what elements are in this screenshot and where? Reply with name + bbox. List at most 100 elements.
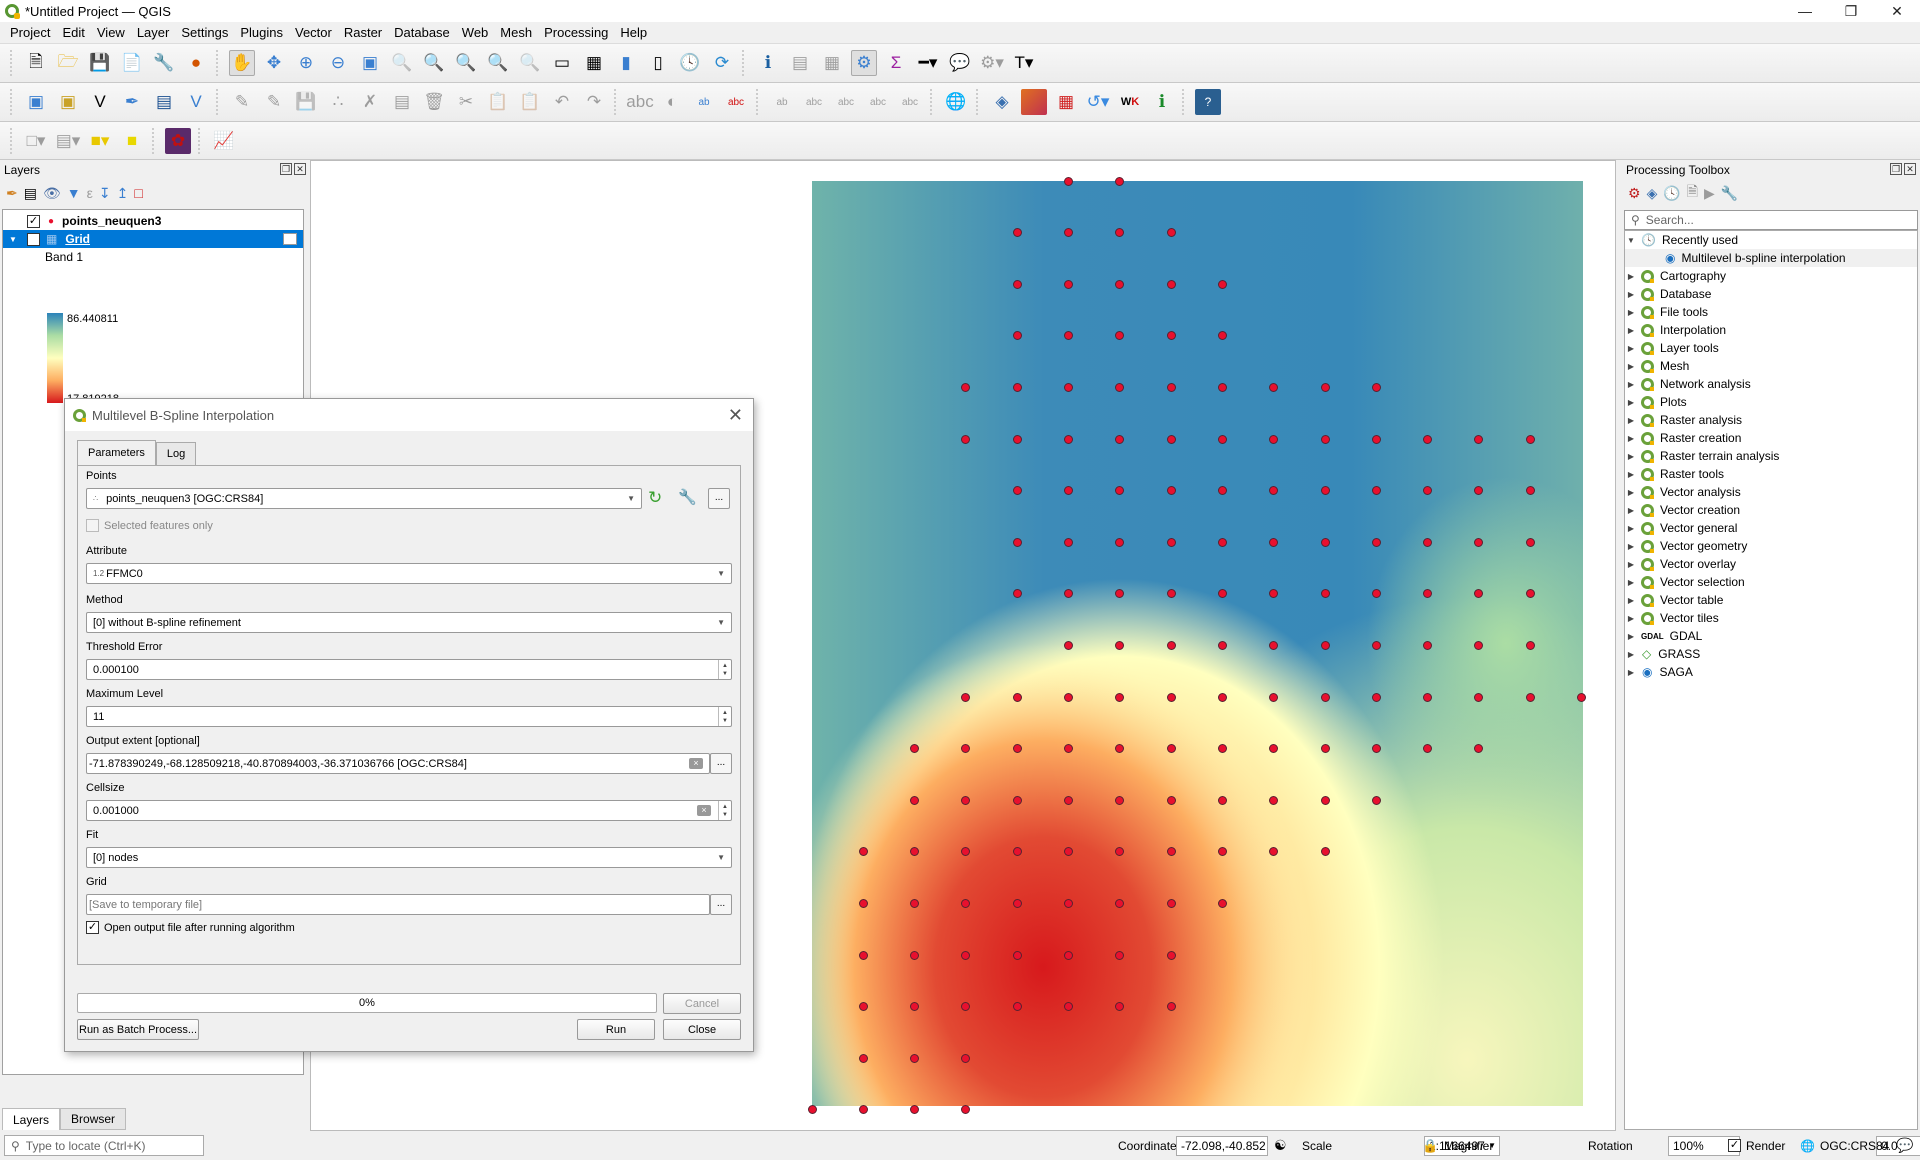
identify-icon[interactable]: ℹ bbox=[755, 50, 781, 76]
undo-icon[interactable]: ↶ bbox=[549, 89, 575, 115]
menu-view[interactable]: View bbox=[91, 25, 131, 40]
filter-legend-icon[interactable]: ▼ bbox=[67, 185, 81, 201]
spinner-arrows-icon[interactable]: ▲▼ bbox=[718, 801, 731, 820]
expand-arrow-icon[interactable]: ▶ bbox=[1625, 506, 1637, 515]
deselect-icon[interactable]: ▤▾ bbox=[55, 128, 81, 154]
expand-arrow-icon[interactable]: ▶ bbox=[1625, 308, 1637, 317]
tree-item-vector-creation[interactable]: ▶ Vector creation bbox=[1625, 501, 1917, 519]
restore-button[interactable]: ❐ bbox=[1828, 0, 1874, 22]
zoom-to-layer-icon[interactable]: 🔍 bbox=[421, 50, 447, 76]
cancel-button[interactable]: Cancel bbox=[663, 993, 741, 1014]
expand-arrow-icon[interactable]: ▶ bbox=[1625, 344, 1637, 353]
menu-web[interactable]: Web bbox=[456, 25, 495, 40]
copy-icon[interactable]: 📋 bbox=[485, 89, 511, 115]
paste-icon[interactable]: 📋 bbox=[517, 89, 543, 115]
tab-parameters[interactable]: Parameters bbox=[77, 440, 156, 465]
messages-icon[interactable]: 💬 bbox=[1896, 1137, 1913, 1154]
expand-arrow-icon[interactable]: ▶ bbox=[1625, 452, 1637, 461]
save-edits-icon[interactable]: 💾 bbox=[293, 89, 319, 115]
clear-icon[interactable]: × bbox=[697, 805, 711, 816]
scripts-icon[interactable]: ◈ bbox=[1647, 185, 1658, 202]
extent-input[interactable]: -71.878390249,-68.128509218,-40.87089400… bbox=[86, 753, 710, 774]
models-icon[interactable]: ⚙ bbox=[1628, 185, 1641, 202]
layer-item-points[interactable]: ✓ ● points_neuquen3 bbox=[3, 212, 303, 230]
tree-item-recently-used[interactable]: ▼ 🕓 Recently used bbox=[1625, 231, 1917, 249]
tree-item-database[interactable]: ▶ Database bbox=[1625, 285, 1917, 303]
expand-arrow-icon[interactable]: ▶ bbox=[1625, 362, 1637, 371]
lock-scale-icon[interactable]: 🔒 bbox=[1422, 1138, 1438, 1154]
python-console-icon[interactable]: ◈ bbox=[989, 89, 1015, 115]
spinner-arrows-icon[interactable]: ▲▼ bbox=[718, 660, 731, 679]
tab-log[interactable]: Log bbox=[155, 442, 197, 465]
zoom-in-icon[interactable]: ⊕ bbox=[293, 50, 319, 76]
tree-item-raster-analysis[interactable]: ▶ Raster analysis bbox=[1625, 411, 1917, 429]
run-batch-button[interactable]: Run as Batch Process... bbox=[77, 1019, 199, 1040]
menu-project[interactable]: Project bbox=[4, 25, 56, 40]
new-map-view-icon[interactable]: ▭ bbox=[549, 50, 575, 76]
new-print-layout-icon[interactable]: 📄 bbox=[119, 50, 145, 76]
diagram-icon[interactable]: ◐ bbox=[659, 89, 685, 115]
wkt-icon[interactable]: WK bbox=[1117, 89, 1143, 115]
edit-features-in-place-icon[interactable]: ▶ bbox=[1704, 185, 1715, 202]
tree-item-network-analysis[interactable]: ▶ Network analysis bbox=[1625, 375, 1917, 393]
expand-all-icon[interactable]: ↧ bbox=[99, 185, 111, 202]
new-3d-view-icon[interactable]: ▦ bbox=[581, 50, 607, 76]
tab-browser[interactable]: Browser bbox=[60, 1108, 127, 1130]
expand-arrow-icon[interactable]: ▶ bbox=[1625, 632, 1637, 641]
method-select[interactable]: [0] without B-spline refinement ▼ bbox=[86, 612, 732, 633]
layout-manager-icon[interactable]: 🔧 bbox=[151, 50, 177, 76]
toggle-editing-icon[interactable]: ✎ bbox=[261, 89, 287, 115]
expand-arrow-icon[interactable]: ▶ bbox=[1625, 650, 1637, 659]
advanced-settings-icon[interactable]: 🔧 bbox=[678, 488, 697, 506]
tree-item-file-tools[interactable]: ▶ File tools bbox=[1625, 303, 1917, 321]
close-panel-icon[interactable]: ✕ bbox=[294, 163, 306, 175]
threshold-input[interactable]: 0.000100 ▲ ▼ bbox=[86, 659, 732, 680]
modify-attributes-icon[interactable]: ▤ bbox=[389, 89, 415, 115]
save-project-icon[interactable]: 💾 bbox=[87, 50, 113, 76]
filter-expression-icon[interactable]: ε bbox=[87, 185, 93, 201]
menu-layer[interactable]: Layer bbox=[131, 25, 176, 40]
new-project-icon[interactable]: 🗎 bbox=[23, 50, 49, 76]
manage-themes-icon[interactable]: 👁 bbox=[43, 185, 61, 202]
new-shapefile-icon[interactable]: V bbox=[87, 89, 113, 115]
layer-labeling-icon[interactable]: abc bbox=[723, 89, 749, 115]
add-group-icon[interactable]: ▤ bbox=[24, 185, 37, 202]
digitize-icon[interactable]: ∴ bbox=[325, 89, 351, 115]
points-select[interactable]: ∴ points_neuquen3 [OGC:CRS84] ▼ bbox=[86, 488, 642, 509]
rotate-label-icon[interactable]: abc bbox=[865, 89, 891, 115]
expand-arrow-icon[interactable]: ▶ bbox=[1625, 272, 1637, 281]
crs-button[interactable]: OGC:CRS84 bbox=[1820, 1139, 1889, 1153]
pan-icon[interactable]: ✋ bbox=[229, 50, 255, 76]
tree-item-vector-general[interactable]: ▶ Vector general bbox=[1625, 519, 1917, 537]
metasearch-icon[interactable]: 🌐 bbox=[943, 89, 969, 115]
collapse-all-icon[interactable]: ↥ bbox=[117, 185, 129, 202]
toolbox-search-input[interactable]: ⚲ Search... bbox=[1624, 210, 1918, 230]
show-bookmarks-icon[interactable]: ▯ bbox=[645, 50, 671, 76]
new-spatialite-icon[interactable]: ✒ bbox=[119, 89, 145, 115]
color-plugin-icon[interactable]: ▦ bbox=[1053, 89, 1079, 115]
menu-raster[interactable]: Raster bbox=[338, 25, 388, 40]
zoom-out-icon[interactable]: ⊖ bbox=[325, 50, 351, 76]
open-project-icon[interactable]: 🗁 bbox=[55, 50, 81, 76]
expand-arrow-icon[interactable]: ▶ bbox=[1625, 398, 1637, 407]
results-viewer-icon[interactable]: 🗎 bbox=[1687, 181, 1698, 205]
expand-arrow-icon[interactable]: ▶ bbox=[1625, 488, 1637, 497]
show-hide-labels-icon[interactable]: abc bbox=[801, 89, 827, 115]
zoom-last-icon[interactable]: 🔍 bbox=[485, 50, 511, 76]
style-manager-icon[interactable]: ● bbox=[183, 50, 209, 76]
fit-select[interactable]: [0] nodes ▼ bbox=[86, 847, 732, 868]
close-button[interactable]: Close bbox=[663, 1019, 741, 1040]
change-label-icon[interactable]: abc bbox=[897, 89, 923, 115]
spinner-arrows-icon[interactable]: ▲▼ bbox=[718, 707, 731, 726]
coordinate-field[interactable]: -72.098,-40.852 bbox=[1176, 1135, 1268, 1156]
zoom-full-icon[interactable]: ▣ bbox=[357, 50, 383, 76]
menu-database[interactable]: Database bbox=[388, 25, 456, 40]
redo-icon[interactable]: ↷ bbox=[581, 89, 607, 115]
feature-action-icon[interactable]: ⚙▾ bbox=[979, 50, 1005, 76]
attribute-table-icon[interactable]: ▤ bbox=[787, 50, 813, 76]
new-geopackage-icon[interactable]: ▣ bbox=[55, 89, 81, 115]
toggle-extents-icon[interactable]: ☯ bbox=[1274, 1137, 1287, 1154]
tree-item-raster-terrain-analysis[interactable]: ▶ Raster terrain analysis bbox=[1625, 447, 1917, 465]
help-icon[interactable]: ? bbox=[1195, 89, 1221, 115]
expand-arrow-icon[interactable]: ▶ bbox=[1625, 578, 1637, 587]
